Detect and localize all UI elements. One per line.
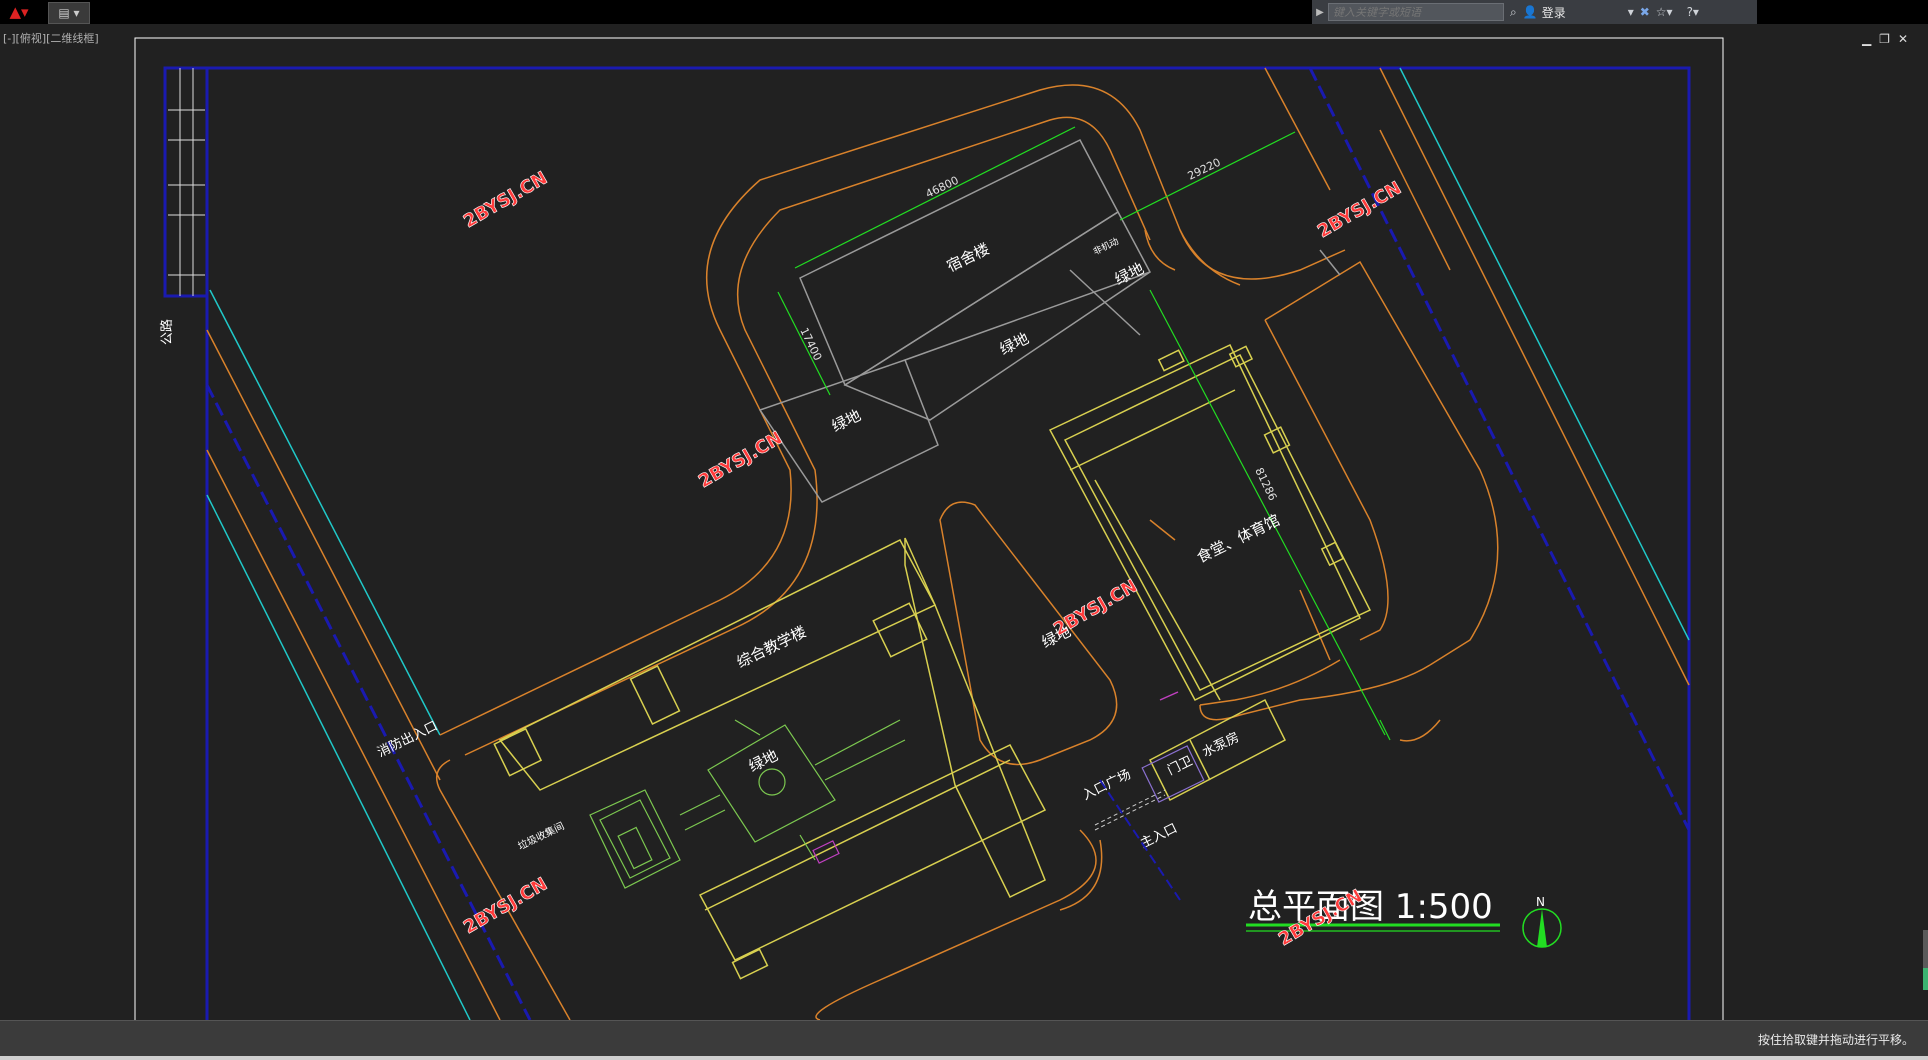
help-icon[interactable]: ?▾ xyxy=(1687,5,1699,19)
road-lines-right xyxy=(1264,67,1691,831)
drawing-border xyxy=(205,66,1691,1020)
title-strip xyxy=(163,66,209,298)
autocad-logo-icon: ▲▾ xyxy=(9,3,29,21)
label-green4: 绿地 xyxy=(746,746,781,775)
status-bar: 按住拾取键并拖动进行平移。 xyxy=(0,1020,1928,1057)
road-label: 公路 xyxy=(159,319,175,345)
app-menu-button[interactable]: ▲▾ xyxy=(0,2,38,22)
exchange-icon[interactable]: ✖ xyxy=(1640,5,1650,19)
drawing-title: 总平面图 1:500 xyxy=(1248,887,1493,927)
star-icon[interactable]: ☆▾ xyxy=(1656,5,1673,19)
login-button[interactable]: 登录 xyxy=(1542,4,1622,21)
label-dorm: 宿舍楼 xyxy=(944,240,992,276)
dropdown-icon[interactable]: ▾ xyxy=(1628,5,1634,19)
watermark-4: 2BYSJ.CN xyxy=(1050,576,1141,641)
quick-access-icon: ▤ ▾ xyxy=(58,6,80,20)
drawing-labels: 宿舍楼 绿地 绿地 绿地 综合教学楼 绿地 绿地 食堂、体育馆 消防出入口 入口… xyxy=(375,235,1283,853)
label-parking: 非机动 xyxy=(1091,235,1121,258)
north-arrow-icon: N xyxy=(1522,895,1562,948)
dim-dorm-length: 46800 xyxy=(924,174,961,201)
label-green3: 绿地 xyxy=(829,406,864,435)
scrollbar-thumb[interactable] xyxy=(1923,968,1928,990)
dim-canteen: 81286 xyxy=(1252,466,1279,503)
label-teaching: 综合教学楼 xyxy=(734,623,809,672)
search-input[interactable] xyxy=(1328,3,1504,21)
label-plaza: 入口广场 xyxy=(1080,767,1133,803)
label-canteen: 食堂、体育馆 xyxy=(1194,511,1283,567)
buildings xyxy=(493,344,1372,980)
info-center: ▶ ⌕ 👤 登录 ▾ ✖ ☆▾ ?▾ xyxy=(1312,0,1757,24)
status-message: 按住拾取键并拖动进行平移。 xyxy=(1757,1033,1914,1047)
drawing-canvas[interactable]: 公路 46800 17400 29220 81286 宿舍楼 绿地 绿地 绿地 … xyxy=(0,24,1928,1020)
label-guard: 门卫 xyxy=(1165,754,1195,779)
watermark-2: 2BYSJ.CN xyxy=(695,428,786,493)
label-green2: 绿地 xyxy=(1112,259,1147,288)
label-garbage: 垃圾收集间 xyxy=(516,819,567,853)
title-bar: ▲▾ ▤ ▾ ▶ ⌕ 👤 登录 ▾ ✖ ☆▾ ?▾ xyxy=(0,0,1928,24)
dorm-block xyxy=(758,139,1341,503)
marker-box xyxy=(812,840,840,864)
expand-arrow-icon[interactable]: ▶ xyxy=(1312,7,1328,18)
label-fire-entrance: 消防出入口 xyxy=(375,718,440,761)
watermark-1: 2BYSJ.CN xyxy=(460,168,551,233)
label-pump: 水泵房 xyxy=(1200,729,1242,760)
binoculars-icon[interactable]: ⌕ xyxy=(1510,5,1517,20)
watermarks: 2BYSJ.CN 2BYSJ.CN 2BYSJ.CN 2BYSJ.CN 2BYS… xyxy=(460,167,1406,950)
quick-access-button[interactable]: ▤ ▾ xyxy=(48,2,90,24)
bottom-strip xyxy=(0,1056,1928,1060)
dim-dorm-width: 17400 xyxy=(797,326,824,363)
north-label: N xyxy=(1536,895,1545,909)
user-icon[interactable]: 👤 xyxy=(1523,5,1538,19)
dim-offset: 29220 xyxy=(1186,156,1223,183)
